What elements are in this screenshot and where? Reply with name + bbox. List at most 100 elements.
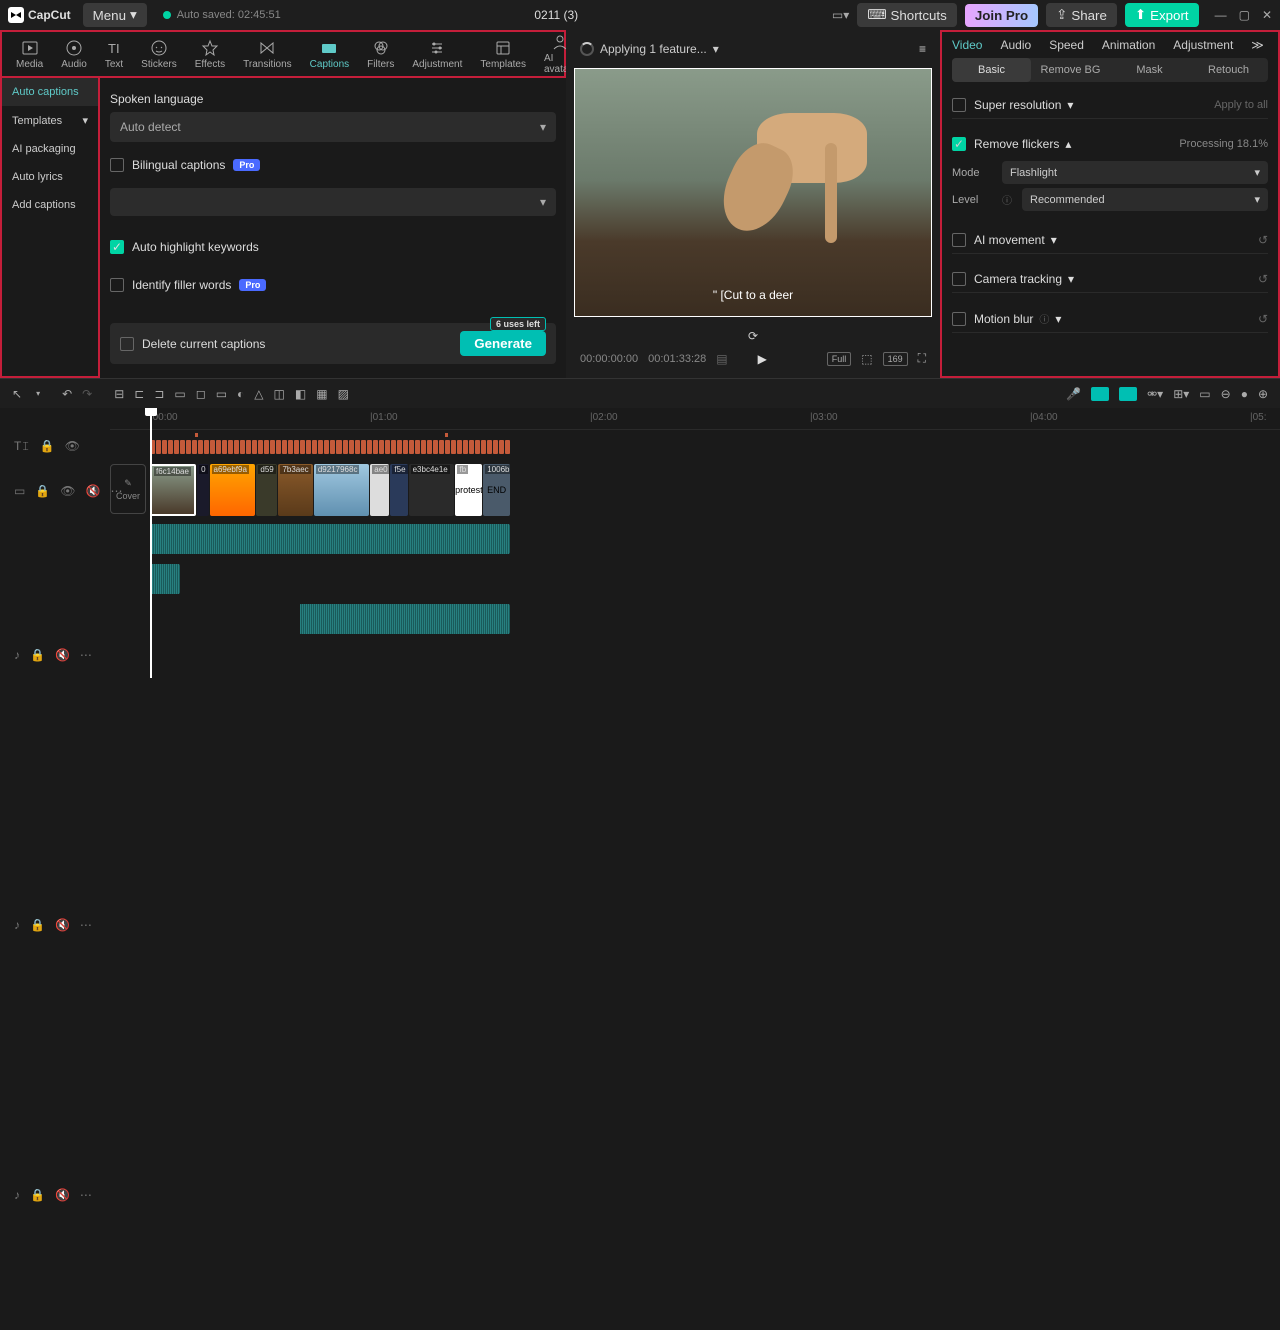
sidebar-item-ai-packaging[interactable]: AI packaging <box>2 135 98 163</box>
props-tab-audio[interactable]: Audio <box>1000 38 1031 52</box>
rotate-icon[interactable]: △ <box>254 387 263 401</box>
close-icon[interactable]: ✕ <box>1262 8 1272 22</box>
tab-captions[interactable]: Captions <box>310 39 349 70</box>
filler-words-option[interactable]: Identify filler words Pro <box>110 278 556 292</box>
subtab-remove-bg[interactable]: Remove BG <box>1031 58 1110 82</box>
video-preview[interactable]: " [Cut to a deer <box>574 68 932 317</box>
video-clip[interactable]: a69ebf9a <box>210 464 256 516</box>
sidebar-item-auto-captions[interactable]: Auto captions <box>2 78 98 106</box>
video-clip[interactable]: 1006bEND <box>483 464 510 516</box>
mute-icon[interactable]: 🔇 <box>55 648 70 662</box>
audio-track-1[interactable] <box>110 520 1280 560</box>
lock-icon[interactable]: 🔒 <box>40 439 55 453</box>
audio-track-3[interactable] <box>110 600 1280 640</box>
zoom-in-icon[interactable]: ⊕ <box>1258 387 1268 401</box>
video-track[interactable]: ✎Cover f6c14bae0a69ebf9ad597b3aecd921796… <box>110 462 1280 520</box>
video-clip[interactable]: d59 <box>256 464 277 516</box>
playhead[interactable] <box>150 408 152 678</box>
join-pro-button[interactable]: Join Pro <box>965 4 1038 27</box>
tab-templates[interactable]: Templates <box>480 39 526 70</box>
video-clip[interactable]: ae0 <box>370 464 389 516</box>
mirror-icon[interactable]: ◐ <box>237 387 244 401</box>
bilingual-captions-option[interactable]: Bilingual captions Pro <box>110 158 556 172</box>
highlight-keywords-option[interactable]: ✓ Auto highlight keywords <box>110 240 556 254</box>
fullscreen-icon[interactable]: ⛶ <box>918 351 926 366</box>
camera-tracking-row[interactable]: Camera tracking ▾ ↺ <box>952 266 1268 293</box>
freeze-icon[interactable]: ◻ <box>196 387 206 401</box>
generate-button[interactable]: 6 uses left Generate <box>460 331 546 356</box>
reset-icon[interactable]: ↺ <box>1258 233 1268 247</box>
reset-icon[interactable]: ↺ <box>1258 272 1268 286</box>
super-resolution-row[interactable]: Super resolution ▾ Apply to all <box>952 92 1268 119</box>
magnet-icon[interactable] <box>1091 387 1109 401</box>
mute-icon[interactable]: 🔇 <box>86 484 101 498</box>
preview-icon[interactable]: ▭ <box>1199 387 1210 401</box>
delete-icon[interactable]: ▭ <box>174 387 185 401</box>
cover-button[interactable]: ✎Cover <box>110 464 146 514</box>
more-icon[interactable]: ⋯ <box>80 648 92 662</box>
lock-icon[interactable]: 🔒 <box>30 1188 45 1202</box>
sidebar-item-auto-lyrics[interactable]: Auto lyrics <box>2 163 98 191</box>
eye-icon[interactable]: 👁 <box>65 439 80 453</box>
mute-icon[interactable]: 🔇 <box>55 918 70 932</box>
menu-button[interactable]: Menu ▾ <box>83 3 147 27</box>
props-tab-speed[interactable]: Speed <box>1049 38 1084 52</box>
flip-icon[interactable]: ◧ <box>295 387 306 401</box>
split-left-icon[interactable]: ⊏ <box>134 387 144 401</box>
reset-icon[interactable]: ↺ <box>1258 312 1268 326</box>
tab-filters[interactable]: Filters <box>367 39 394 70</box>
props-tab-animation[interactable]: Animation <box>1102 38 1155 52</box>
pointer-icon[interactable]: ↖ <box>12 387 22 401</box>
refresh-icon[interactable]: ⟳ <box>574 325 932 347</box>
video-clip[interactable]: 7b3aec <box>278 464 312 516</box>
caption-track[interactable] <box>110 430 1280 462</box>
timeline-ruler[interactable]: |00:00 |01:00 |02:00 |03:00 |04:00 |05: <box>110 408 1280 430</box>
tab-adjustment[interactable]: Adjustment <box>412 39 462 70</box>
mic-icon[interactable]: 🎤 <box>1066 387 1081 401</box>
subtab-basic[interactable]: Basic <box>952 58 1031 82</box>
group-icon[interactable]: ▦ <box>316 387 327 401</box>
video-clip[interactable]: e3bc4e1e <box>409 464 455 516</box>
list-icon[interactable]: ▤ <box>716 352 727 366</box>
bilingual-language-select[interactable]: ▾ <box>110 188 556 216</box>
eye-icon[interactable]: 👁 <box>60 484 75 498</box>
remove-flickers-row[interactable]: ✓ Remove flickers ▴ Processing 18.1% <box>952 131 1268 157</box>
audio-track-2[interactable] <box>110 560 1280 600</box>
props-tab-video[interactable]: Video <box>952 38 982 52</box>
props-tab-adjustment[interactable]: Adjustment <box>1173 38 1233 52</box>
menu-icon[interactable]: ≡ <box>919 42 926 56</box>
video-clip[interactable]: d9217968c <box>314 464 369 516</box>
lock-icon[interactable]: 🔒 <box>30 648 45 662</box>
tab-effects[interactable]: Effects <box>195 39 225 70</box>
share-button[interactable]: ⇪ Share <box>1046 3 1117 27</box>
apply-to-all[interactable]: Apply to all <box>1214 99 1268 111</box>
video-clip[interactable]: fbprotest <box>455 464 482 516</box>
tab-audio[interactable]: Audio <box>61 39 87 70</box>
more-icon[interactable]: ⋯ <box>80 1188 92 1202</box>
zoom-slider[interactable]: ● <box>1241 387 1248 401</box>
mute-icon[interactable]: 🔇 <box>55 1188 70 1202</box>
reverse-icon[interactable]: ▭ <box>216 387 227 401</box>
play-button[interactable]: ▶ <box>758 352 767 366</box>
zoom-out-icon[interactable]: ⊖ <box>1221 387 1231 401</box>
shortcuts-button[interactable]: ⌨ Shortcuts <box>857 3 957 27</box>
audio-clip[interactable] <box>300 604 510 634</box>
level-select[interactable]: Recommended▾ <box>1022 188 1268 211</box>
crop-icon[interactable]: ⬚ <box>861 352 872 366</box>
video-clip[interactable]: f6c14bae <box>150 464 196 516</box>
audio-clip[interactable] <box>150 524 510 554</box>
subtab-mask[interactable]: Mask <box>1110 58 1189 82</box>
tab-stickers[interactable]: Stickers <box>141 39 177 70</box>
more-icon[interactable]: ⋯ <box>80 918 92 932</box>
align-icon[interactable]: ⊞▾ <box>1173 387 1189 401</box>
tab-transitions[interactable]: Transitions <box>243 39 292 70</box>
resolution-badge[interactable]: 169 <box>883 352 908 366</box>
delete-captions-option[interactable]: Delete current captions <box>120 337 265 351</box>
mode-select[interactable]: Flashlight▾ <box>1002 161 1268 184</box>
ungroup-icon[interactable]: ▨ <box>338 387 349 401</box>
tab-media[interactable]: Media <box>16 39 43 70</box>
video-clip[interactable]: f5e <box>390 464 407 516</box>
crop-icon[interactable]: ◫ <box>274 387 285 401</box>
link-icon[interactable]: ⚮▾ <box>1147 387 1163 401</box>
lock-icon[interactable]: 🔒 <box>35 484 50 498</box>
